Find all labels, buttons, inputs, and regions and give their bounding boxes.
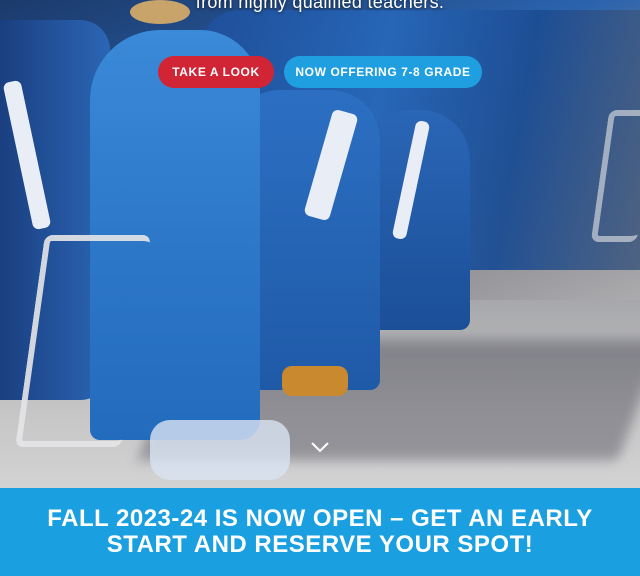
hero-tagline: from highly qualified teachers.: [195, 0, 445, 12]
hero-section: from highly qualified teachers. TAKE A L…: [0, 0, 640, 488]
hero-shoe: [282, 366, 348, 396]
hero-legs: [150, 420, 290, 480]
take-a-look-button[interactable]: TAKE A LOOK: [158, 56, 274, 88]
enrollment-banner: FALL 2023-24 IS NOW OPEN – GET AN EARLY …: [0, 488, 640, 576]
chevron-down-icon[interactable]: [310, 440, 330, 454]
banner-text: FALL 2023-24 IS NOW OPEN – GET AN EARLY …: [47, 505, 593, 558]
now-offering-button[interactable]: NOW OFFERING 7-8 GRADE: [284, 56, 482, 88]
